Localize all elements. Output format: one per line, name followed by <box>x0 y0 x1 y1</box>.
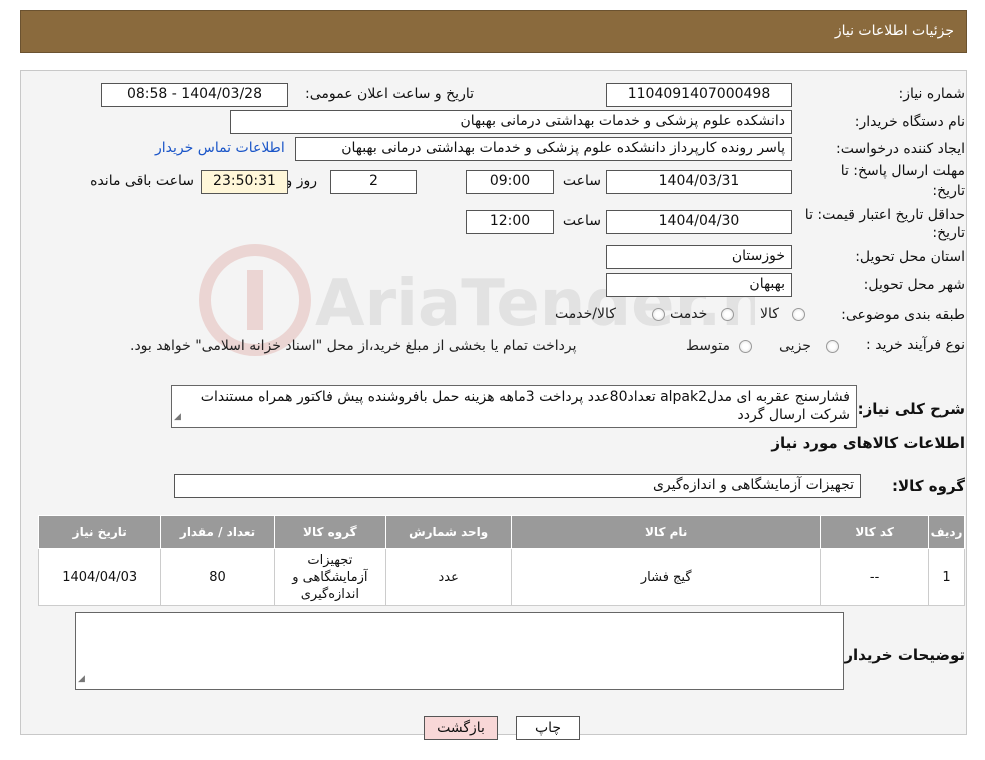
deadline-label: مهلت ارسال پاسخ: تا <box>840 163 965 179</box>
process-label: نوع فرآیند خرید : <box>866 337 965 353</box>
validity-time-field[interactable]: 12:00 <box>466 210 554 234</box>
city-label: شهر محل تحویل: <box>863 277 965 293</box>
category-option-goods: کالا <box>760 306 779 322</box>
cell-qty: 80 <box>160 548 275 606</box>
page-header: جزئیات اطلاعات نیاز <box>20 10 967 53</box>
validity-time-label: ساعت <box>562 213 601 229</box>
creator-label: ایجاد کننده درخواست: <box>836 141 965 157</box>
category-radio-goods-service[interactable] <box>652 308 665 321</box>
goods-group-field[interactable]: تجهیزات آزمایشگاهی و اندازه‌گیری <box>174 474 861 498</box>
validity-label: حداقل تاریخ اعتبار قیمت: تا <box>804 207 965 223</box>
col-group: گروه کالا <box>273 515 387 549</box>
back-button[interactable]: بازگشت <box>424 716 498 740</box>
creator-field[interactable]: پاسر رونده کارپرداز دانشکده علوم پزشکی و… <box>295 137 792 161</box>
resize-grip-icon[interactable]: ◢ <box>174 408 181 426</box>
category-radio-goods[interactable] <box>792 308 805 321</box>
announce-datetime-field[interactable]: 1404/03/28 - 08:58 <box>101 83 288 107</box>
cell-code: -- <box>820 548 930 606</box>
deadline-time-label: ساعت <box>562 173 601 189</box>
process-option-medium: متوسط <box>686 338 730 354</box>
description-text: فشارسنج عقربه ای مدلalpak2 تعداد80عدد پر… <box>200 389 850 423</box>
deadline-date-field[interactable]: 1404/03/31 <box>606 170 792 194</box>
category-label: طبقه بندی موضوعی: <box>841 307 965 323</box>
buyer-label: نام دستگاه خریدار: <box>854 114 965 130</box>
table-row[interactable]: 1 -- گیج فشار عدد تجهیزات آزمایشگاهی و ا… <box>37 548 965 606</box>
need-number-field[interactable]: 1104091407000498 <box>606 83 792 107</box>
category-option-goods-service: کالا/خدمت <box>555 306 616 322</box>
city-field[interactable]: بهبهان <box>606 273 792 297</box>
resize-grip-icon[interactable]: ◢ <box>78 670 85 688</box>
print-button[interactable]: چاپ <box>516 716 580 740</box>
cell-name: گیج فشار <box>511 548 822 606</box>
process-radio-medium[interactable] <box>739 340 752 353</box>
validity-date-field[interactable]: 1404/04/30 <box>606 210 792 234</box>
announce-label: تاریخ و ساعت اعلان عمومی: <box>305 86 474 102</box>
buyer-notes-label: توضیحات خریدار: <box>838 646 965 664</box>
description-label: شرح کلی نیاز: <box>857 400 965 418</box>
goods-section-title: اطلاعات کالاهای مورد نیاز <box>771 434 965 452</box>
remaining-days-field[interactable]: 2 <box>330 170 417 194</box>
col-code: کد کالا <box>820 515 930 549</box>
province-field[interactable]: خوزستان <box>606 245 792 269</box>
process-radio-minor[interactable] <box>826 340 839 353</box>
days-label: روز و <box>285 173 318 189</box>
validity-label-date: تاریخ: <box>932 225 965 241</box>
goods-group-label: گروه کالا: <box>892 477 965 495</box>
process-option-minor: جزیی <box>779 338 811 354</box>
cell-unit: عدد <box>385 548 513 606</box>
deadline-time-field[interactable]: 09:00 <box>466 170 554 194</box>
deadline-label-date: تاریخ: <box>932 183 965 199</box>
items-table: ردیف کد کالا نام کالا واحد شمارش گروه کا… <box>37 515 965 606</box>
buyer-contact-link[interactable]: اطلاعات تماس خریدار <box>155 140 285 156</box>
category-radio-service[interactable] <box>721 308 734 321</box>
remaining-time-field: 23:50:31 <box>201 170 288 194</box>
table-header-row: ردیف کد کالا نام کالا واحد شمارش گروه کا… <box>37 515 965 549</box>
province-label: استان محل تحویل: <box>855 249 965 265</box>
buyer-field[interactable]: دانشکده علوم پزشکی و خدمات بهداشتی درمان… <box>230 110 792 134</box>
description-textarea[interactable]: فشارسنج عقربه ای مدلalpak2 تعداد80عدد پر… <box>171 385 857 428</box>
col-row: ردیف <box>928 515 965 549</box>
col-name: نام کالا <box>511 515 822 549</box>
col-date: تاریخ نیاز <box>37 515 162 549</box>
page-title: جزئیات اطلاعات نیاز <box>834 23 954 39</box>
buyer-notes-textarea[interactable]: ◢ <box>75 612 844 690</box>
remaining-label: ساعت باقی مانده <box>90 173 194 189</box>
col-unit: واحد شمارش <box>385 515 513 549</box>
cell-row: 1 <box>928 548 965 606</box>
cell-group: تجهیزات آزمایشگاهی و اندازه‌گیری <box>273 548 387 606</box>
category-option-service: خدمت <box>670 306 708 322</box>
need-number-label: شماره نیاز: <box>898 86 966 102</box>
col-qty: تعداد / مقدار <box>160 515 275 549</box>
cell-date: 1404/04/03 <box>37 548 162 606</box>
process-note: پرداخت تمام یا بخشی از مبلغ خرید،از محل … <box>130 338 577 354</box>
